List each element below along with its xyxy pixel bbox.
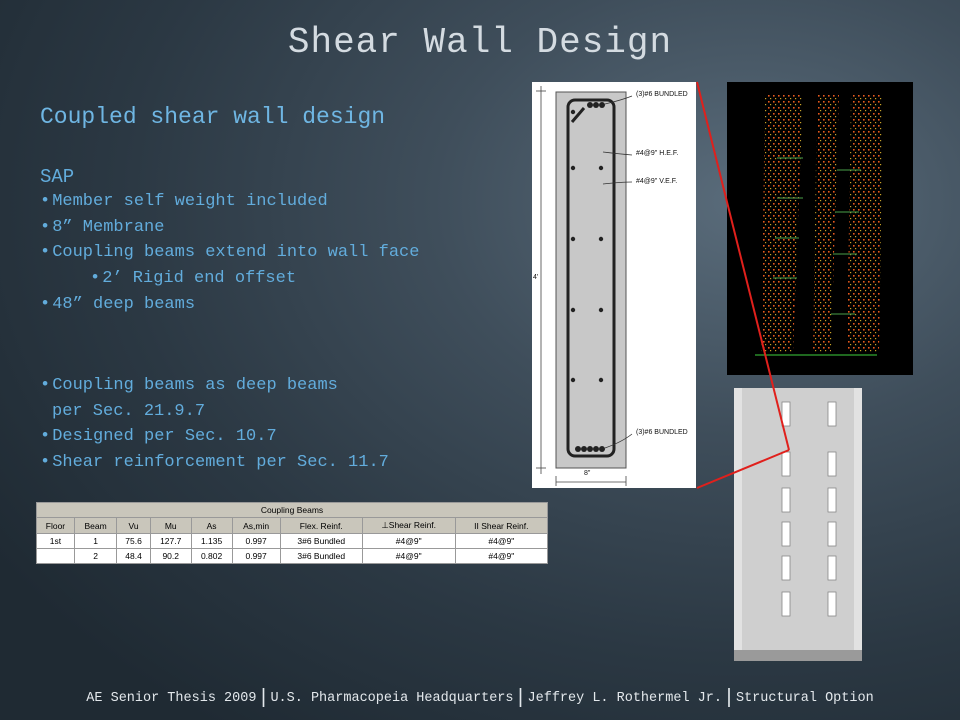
table-cell: 127.7 [149,533,192,550]
table-header: As [190,516,233,535]
table-header: Vu [116,516,151,535]
table-caption: Coupling Beams [36,502,548,518]
footer-project: U.S. Pharmacopeia Headquarters [270,691,514,706]
table-cell: 90.2 [149,548,192,564]
coupling-beams-table: Coupling Beams Floor Beam Vu Mu As As,mi… [36,502,549,564]
table-cell: 1.135 [190,533,233,550]
footer-thesis: AE Senior Thesis 2009 [86,691,257,706]
footer-separator: | [722,687,735,710]
footer-separator: | [257,687,270,710]
callout-lines [696,81,790,489]
footer-option: Structural Option [735,691,874,706]
table-header: Floor [36,516,75,535]
table-cell: 1st [36,533,75,550]
table-cell: 75.6 [116,533,151,550]
table-cell: 0.997 [231,533,281,550]
table-cell [36,548,75,564]
table-cell: 0.997 [231,548,281,564]
table-header: II Shear Reinf. [454,516,549,535]
table-header: Mu [149,516,192,535]
table-cell: #4@9" [454,548,549,564]
table-cell: 3#6 Bundled [279,533,363,550]
table-cell: 3#6 Bundled [279,548,363,564]
table-row: 2 48.4 90.2 0.802 0.997 3#6 Bundled #4@9… [36,548,549,564]
table-header: Flex. Reinf. [279,516,363,535]
footer-author: Jeffrey L. Rothermel Jr. [527,691,722,706]
table-header: ⊥Shear Reinf. [361,516,456,535]
table-header: As,min [231,516,281,535]
table-row: 1st 1 75.6 127.7 1.135 0.997 3#6 Bundled… [36,533,549,550]
table-cell: #4@9" [361,533,456,550]
table-cell: 2 [73,548,118,564]
footer-separator: | [514,687,527,710]
footer: AE Senior Thesis 2009|U.S. Pharmacopeia … [0,687,960,710]
table-cell: 48.4 [116,548,151,564]
table-cell: #4@9" [454,533,549,550]
table-header: Beam [73,516,118,535]
table-cell: #4@9" [361,548,456,564]
table-cell: 0.802 [190,548,233,564]
table-cell: 1 [73,533,118,550]
